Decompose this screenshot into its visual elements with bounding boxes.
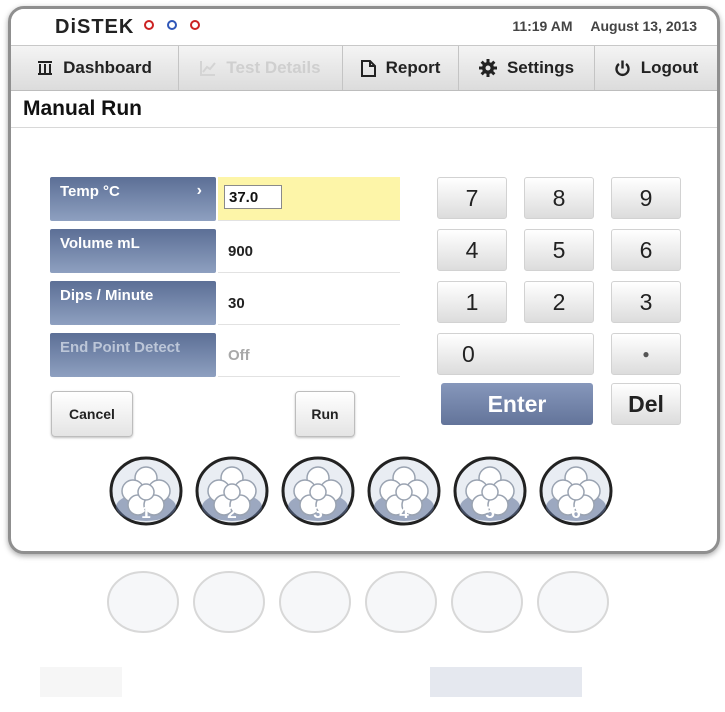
del-button[interactable]: Del xyxy=(611,383,681,425)
brand-logo: DiSTEK xyxy=(55,16,135,38)
gear-icon xyxy=(478,59,497,77)
screen-reflection xyxy=(0,557,725,707)
vessel-5-label: 5 xyxy=(485,503,495,522)
nav-settings-label: Settings xyxy=(506,58,575,77)
nav-bar: Dashboard Test Details Report Settings L… xyxy=(11,45,717,91)
nav-logout[interactable]: Logout xyxy=(595,46,717,90)
vessel-1[interactable]: 1 xyxy=(108,451,184,527)
nav-test-details-label: Test Details xyxy=(226,58,321,77)
field-value-temp-cell[interactable]: 37.0 xyxy=(218,177,400,221)
run-button[interactable]: Run xyxy=(295,391,355,437)
key-1[interactable]: 1 xyxy=(437,281,507,323)
vessel-3[interactable]: 3 xyxy=(280,451,356,527)
clock: 11:19 AM August 13, 2013 xyxy=(498,18,697,34)
enter-button[interactable]: Enter xyxy=(441,383,593,425)
cancel-button[interactable]: Cancel xyxy=(51,391,133,437)
title-divider xyxy=(11,127,717,128)
vessel-3-label: 3 xyxy=(313,503,323,522)
field-row-volume[interactable]: Volume mL 900 xyxy=(50,229,400,273)
vessel-6[interactable]: 6 xyxy=(538,451,614,527)
key-2[interactable]: 2 xyxy=(524,281,594,323)
field-label-dips[interactable]: Dips / Minute xyxy=(50,281,216,325)
field-label-endpoint: End Point Detect xyxy=(50,333,216,377)
field-row-endpoint: End Point Detect Off xyxy=(50,333,400,377)
nav-report-label: Report xyxy=(385,58,441,77)
field-label-temp[interactable]: Temp °C › xyxy=(50,177,216,221)
key-4[interactable]: 4 xyxy=(437,229,507,271)
key-3[interactable]: 3 xyxy=(611,281,681,323)
field-value-volume[interactable]: 900 xyxy=(218,229,400,273)
status-dot-3 xyxy=(190,20,200,30)
vessel-2-label: 2 xyxy=(227,503,237,522)
clock-time: 11:19 AM xyxy=(512,18,573,34)
field-value-endpoint: Off xyxy=(218,333,400,377)
vessel-4[interactable]: 4 xyxy=(366,451,442,527)
vessel-1-label: 1 xyxy=(141,503,151,522)
field-label-volume[interactable]: Volume mL xyxy=(50,229,216,273)
device-frame: DiSTEK 11:19 AM August 13, 2013 Dashboar… xyxy=(8,6,720,554)
key-6[interactable]: 6 xyxy=(611,229,681,271)
document-icon xyxy=(360,59,376,77)
vessel-5[interactable]: 5 xyxy=(452,451,528,527)
nav-logout-label: Logout xyxy=(640,58,699,77)
key-0[interactable]: 0 xyxy=(437,333,594,375)
vessel-4-label: 4 xyxy=(399,503,409,522)
field-row-dips[interactable]: Dips / Minute 30 xyxy=(50,281,400,325)
status-dot-1 xyxy=(144,20,154,30)
columns-icon xyxy=(37,60,53,76)
nav-dashboard-label: Dashboard xyxy=(63,58,152,77)
status-dot-2 xyxy=(167,20,177,30)
key-5[interactable]: 5 xyxy=(524,229,594,271)
power-icon xyxy=(614,60,631,77)
vessel-2[interactable]: 2 xyxy=(194,451,270,527)
nav-settings[interactable]: Settings xyxy=(459,46,595,90)
nav-test-details[interactable]: Test Details xyxy=(179,46,343,90)
nav-dashboard[interactable]: Dashboard xyxy=(11,46,179,90)
field-row-temp[interactable]: Temp °C › 37.0 xyxy=(50,177,400,221)
top-bar: DiSTEK 11:19 AM August 13, 2013 xyxy=(11,9,717,45)
page-title: Manual Run xyxy=(23,97,142,120)
key-decimal[interactable]: ● xyxy=(611,333,681,375)
clock-date: August 13, 2013 xyxy=(590,18,697,34)
key-7[interactable]: 7 xyxy=(437,177,507,219)
vessel-6-label: 6 xyxy=(571,503,581,522)
temp-input[interactable]: 37.0 xyxy=(224,185,282,209)
nav-report[interactable]: Report xyxy=(343,46,459,90)
key-9[interactable]: 9 xyxy=(611,177,681,219)
key-8[interactable]: 8 xyxy=(524,177,594,219)
chart-icon xyxy=(200,60,217,76)
field-label-temp-text: Temp °C xyxy=(60,183,120,200)
screen: DiSTEK 11:19 AM August 13, 2013 Dashboar… xyxy=(11,9,717,551)
chevron-right-icon: › xyxy=(196,182,202,199)
field-value-dips[interactable]: 30 xyxy=(218,281,400,325)
